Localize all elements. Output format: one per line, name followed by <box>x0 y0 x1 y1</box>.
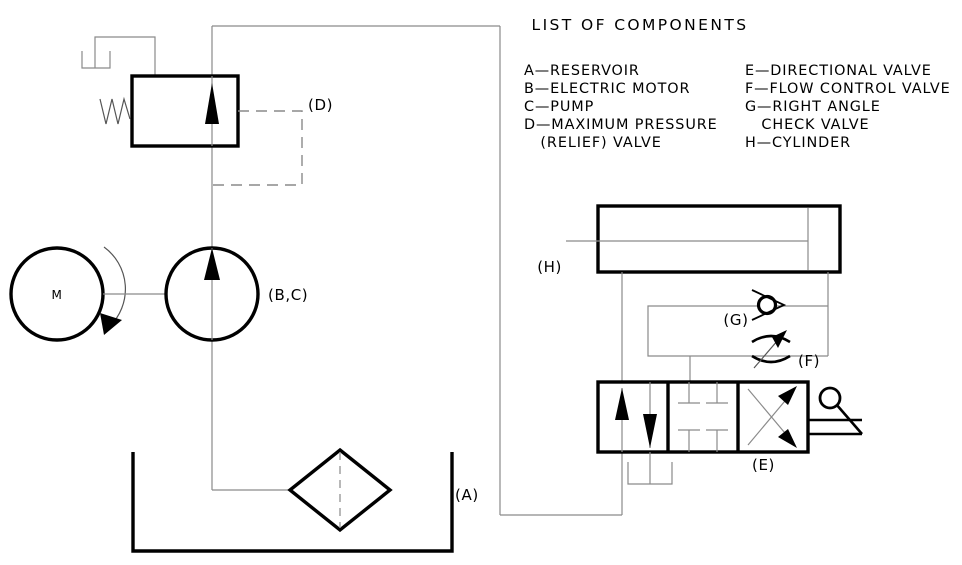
electric-motor-group: M <box>9 246 166 342</box>
flow-control-callout: (F) <box>798 352 820 370</box>
directional-valve-body <box>596 380 810 454</box>
legend-right-item-4: H—CYLINDER <box>745 135 851 151</box>
flow-control-lower-arc-icon <box>751 354 791 364</box>
flow-control-upper-arc-icon <box>751 334 791 344</box>
motor-pump-callout: (B,C) <box>268 286 308 304</box>
pump-group: (B,C) <box>164 246 308 342</box>
legend-right-item-3: CHECK VALVE <box>745 117 869 133</box>
legend-block: LIST OF COMPONENTS A—RESERVOIR B—ELECTRI… <box>524 16 951 151</box>
schematic-canvas: (D) M (B,C) (A) (H) (G) (F) (E) LIST OF … <box>9 16 951 553</box>
reservoir-callout: (A) <box>455 486 479 504</box>
directional-valve-callout: (E) <box>752 456 775 474</box>
legend-left-item-0: A—RESERVOIR <box>524 63 640 79</box>
motor-rotation-arc <box>103 246 127 327</box>
cylinder-callout: (H) <box>537 258 562 276</box>
legend-title: LIST OF COMPONENTS <box>532 16 749 34</box>
cylinder-body <box>596 204 842 274</box>
directional-valve-group: (E) <box>596 380 863 485</box>
relief-drain-tank-symbol <box>81 51 111 69</box>
filter-diamond <box>287 447 393 533</box>
legend-left-item-1: B—ELECTRIC MOTOR <box>524 81 690 97</box>
legend-right-item-0: E—DIRECTIONAL VALVE <box>745 63 932 79</box>
reservoir-group: (A) <box>131 447 479 553</box>
motor-rotation-arrow-head <box>100 313 122 335</box>
reservoir-tank-symbol <box>131 452 454 553</box>
relief-valve-group: (D) <box>81 36 333 186</box>
motor-letter-label: M <box>52 288 63 302</box>
relief-valve-callout: (D) <box>308 96 333 114</box>
legend-left-item-4: (RELIEF) VALVE <box>524 135 662 151</box>
relief-valve-box <box>130 74 240 148</box>
legend-left-item-3: D—MAXIMUM PRESSURE <box>524 117 718 133</box>
relief-valve-spring-icon <box>99 96 131 125</box>
hydraulic-schematic-page: (D) M (B,C) (A) (H) (G) (F) (E) LIST OF … <box>0 0 962 565</box>
legend-right-item-1: F—FLOW CONTROL VALVE <box>745 81 951 97</box>
valve-lever-knob-icon <box>818 386 842 410</box>
legend-left-item-2: C—PUMP <box>524 99 594 115</box>
bypass-loop-group: (G) (F) <box>647 289 828 382</box>
pipe-relief-drain <box>94 36 156 76</box>
legend-right-item-2: G—RIGHT ANGLE <box>745 99 881 115</box>
check-valve-callout: (G) <box>723 311 748 329</box>
